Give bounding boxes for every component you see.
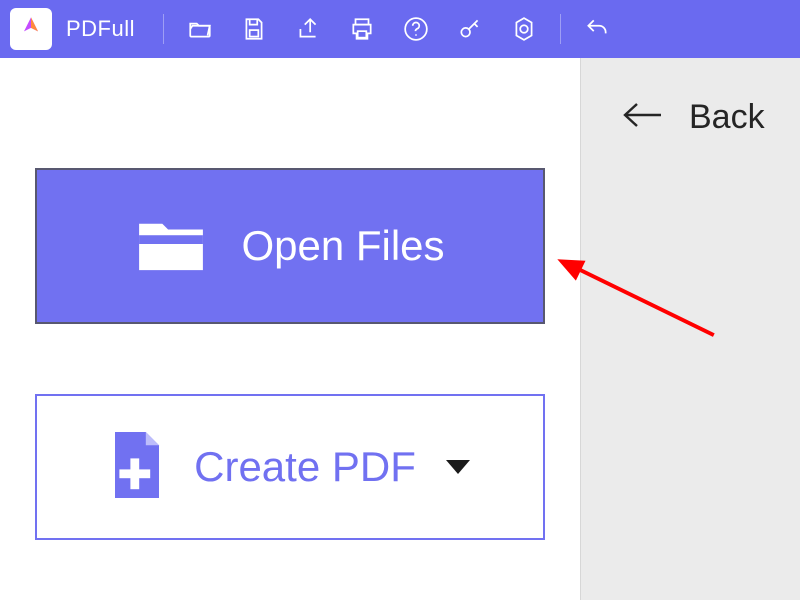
create-pdf-button[interactable]: Create PDF [35,394,545,540]
back-button[interactable]: Back [581,98,800,137]
undo-icon[interactable] [579,11,615,47]
open-icon[interactable] [182,11,218,47]
back-label: Back [689,98,765,137]
logo-icon [17,15,45,43]
folder-icon [135,215,207,278]
help-icon[interactable] [398,11,434,47]
side-panel: Back [580,58,800,600]
document-plus-icon [110,432,164,503]
arrow-left-icon [621,100,665,135]
toolbar-separator [560,14,561,44]
key-icon[interactable] [452,11,488,47]
main-area: Open Files Create PDF [0,58,580,600]
toolbar: PDFull [0,0,800,58]
toolbar-separator [163,14,164,44]
create-pdf-label: Create PDF [194,443,416,491]
app-name: PDFull [66,16,135,42]
print-icon[interactable] [344,11,380,47]
app-logo [10,8,52,50]
save-icon[interactable] [236,11,272,47]
open-files-button[interactable]: Open Files [35,168,545,324]
open-files-label: Open Files [241,222,444,270]
share-icon[interactable] [290,11,326,47]
chevron-down-icon [446,460,470,474]
settings-icon[interactable] [506,11,542,47]
